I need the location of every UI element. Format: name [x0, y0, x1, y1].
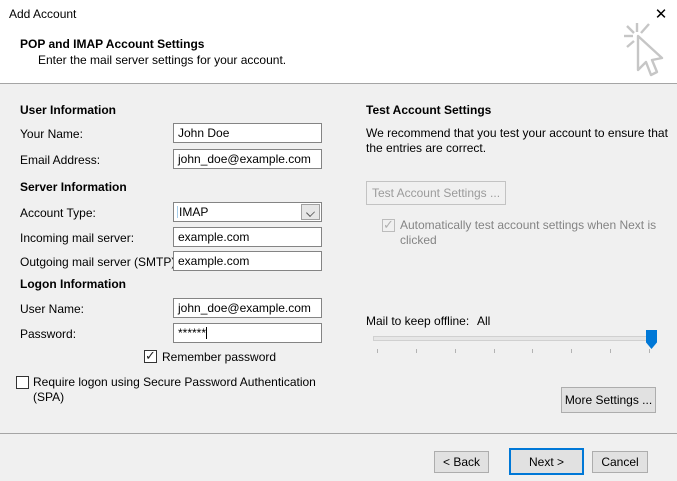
account-type-label: Account Type: [20, 206, 96, 220]
outgoing-server-label: Outgoing mail server (SMTP): [20, 255, 179, 269]
back-button[interactable]: < Back [434, 451, 489, 473]
text-caret [206, 327, 208, 339]
slider-track[interactable] [373, 336, 656, 341]
your-name-value: John Doe [178, 126, 230, 140]
user-name-value: john_doe@example.com [178, 301, 311, 315]
user-name-label: User Name: [20, 302, 85, 316]
test-account-settings-button[interactable]: Test Account Settings ... [366, 181, 506, 205]
section-server-information: Server Information [20, 180, 127, 194]
outgoing-server-field[interactable]: example.com [173, 251, 322, 271]
outgoing-server-value: example.com [178, 254, 250, 268]
dialog-header: Add Account ✕ POP and IMAP Account Setti… [0, 0, 677, 84]
cancel-button[interactable]: Cancel [592, 451, 648, 473]
password-field[interactable]: ****** [173, 323, 322, 343]
page-title: POP and IMAP Account Settings [20, 37, 205, 51]
footer-bar: < Back Next > Cancel [0, 433, 677, 481]
account-type-dropdown[interactable]: IMAP [173, 202, 322, 222]
window-title: Add Account [9, 7, 77, 21]
section-test-account-settings: Test Account Settings [366, 103, 492, 117]
spa-checkbox[interactable] [16, 376, 29, 389]
remember-password-checkbox[interactable]: ✓ [144, 348, 157, 363]
incoming-server-label: Incoming mail server: [20, 231, 135, 245]
email-field[interactable]: john_doe@example.com [173, 149, 322, 169]
next-button[interactable]: Next > [509, 448, 584, 475]
remember-password-label[interactable]: Remember password [162, 350, 276, 365]
email-value: john_doe@example.com [178, 152, 311, 166]
your-name-field[interactable]: John Doe [173, 123, 322, 143]
email-label: Email Address: [20, 153, 101, 167]
auto-test-checkbox[interactable]: ✓ [382, 217, 395, 232]
slider-thumb[interactable] [646, 330, 657, 349]
mail-offline-value: All [477, 314, 491, 328]
your-name-label: Your Name: [20, 127, 83, 141]
mail-offline-slider[interactable] [371, 329, 657, 355]
auto-test-label: Automatically test account settings when… [400, 218, 657, 247]
chevron-down-icon [307, 209, 314, 216]
page-subtitle: Enter the mail server settings for your … [38, 53, 287, 67]
check-icon: ✓ [383, 217, 394, 232]
section-logon-information: Logon Information [20, 277, 126, 291]
section-user-information: User Information [20, 103, 117, 117]
password-value: ****** [178, 326, 207, 340]
account-type-value: IMAP [179, 205, 209, 219]
text-caret [177, 206, 178, 218]
incoming-server-field[interactable]: example.com [173, 227, 322, 247]
check-icon: ✓ [145, 348, 156, 363]
test-description: We recommend that you test your account … [366, 126, 668, 155]
spa-label[interactable]: Require logon using Secure Password Auth… [33, 375, 325, 405]
dropdown-button[interactable] [301, 204, 320, 220]
mail-offline-label: Mail to keep offline: [366, 314, 470, 328]
more-settings-button[interactable]: More Settings ... [561, 387, 656, 413]
click-cursor-icon [622, 21, 670, 86]
password-label: Password: [20, 327, 77, 341]
incoming-server-value: example.com [178, 230, 250, 244]
user-name-field[interactable]: john_doe@example.com [173, 298, 322, 318]
